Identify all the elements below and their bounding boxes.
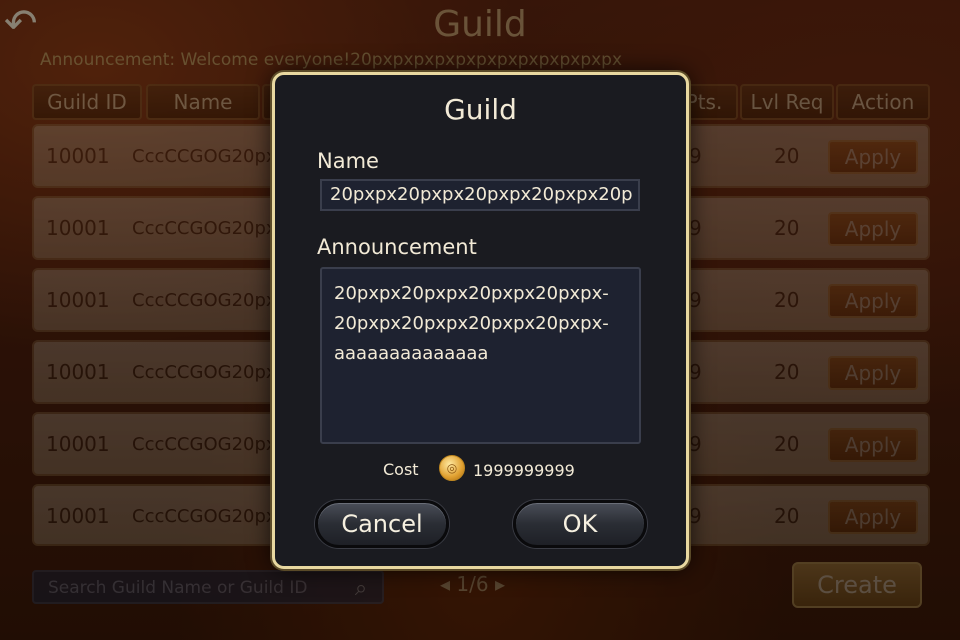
announcement-line: 20pxpx20pxpx20pxpx20pxpx- (334, 313, 609, 334)
coin-icon: ◎ (439, 455, 465, 481)
cancel-button[interactable]: Cancel (315, 500, 449, 548)
ok-button[interactable]: OK (513, 500, 647, 548)
cost-value: 1999999999 (473, 461, 575, 480)
announcement-textarea[interactable]: 20pxpx20pxpx20pxpx20pxpx- 20pxpx20pxpx20… (320, 267, 641, 444)
announcement-line: 20pxpx20pxpx20pxpx20pxpx- (334, 283, 609, 304)
announcement-line: aaaaaaaaaaaaaa (334, 343, 489, 364)
create-guild-dialog: Guild Name 20pxpx20pxpx20pxpx20pxpx20p A… (272, 72, 689, 569)
guild-name-input[interactable]: 20pxpx20pxpx20pxpx20pxpx20p (320, 179, 640, 211)
cost-label: Cost (383, 460, 419, 479)
name-label: Name (317, 149, 379, 173)
announcement-label: Announcement (317, 235, 477, 259)
dialog-title: Guild (444, 93, 517, 126)
